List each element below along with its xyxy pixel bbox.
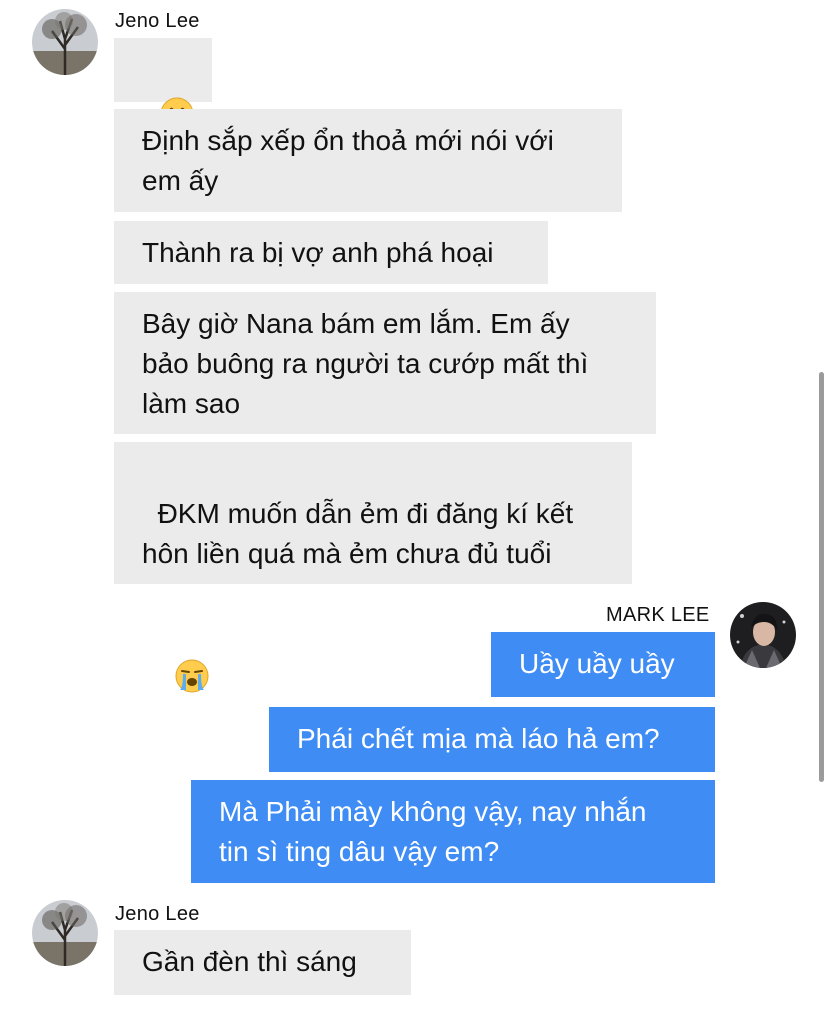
avatar-jeno-lee[interactable] xyxy=(32,900,98,966)
sender-name: Jeno Lee xyxy=(115,903,200,925)
sender-name: MARK LEE xyxy=(606,604,710,626)
message-bubble[interactable]: Định sắp xếp ổn thoả mới nói với em ấy xyxy=(114,109,622,212)
sender-name: Jeno Lee xyxy=(115,10,200,32)
scrollbar[interactable] xyxy=(819,372,824,782)
message-bubble[interactable]: ĐKM muốn dẫn ẻm đi đăng kí kết hôn liền … xyxy=(114,442,632,693)
message-bubble[interactable]: Gần đèn thì sáng xyxy=(114,930,411,995)
message-bubble[interactable]: Phái chết mịa mà láo hả em? xyxy=(269,707,715,772)
avatar-mark-lee[interactable] xyxy=(730,602,796,668)
message-bubble[interactable]: Mà Phải mày không vậy, nay nhắn tin sì t… xyxy=(191,780,715,883)
loudly-crying-emoji-icon xyxy=(175,659,209,693)
tree-avatar-icon xyxy=(32,900,98,966)
avatar-jeno-lee[interactable] xyxy=(32,9,98,75)
tree-avatar-icon xyxy=(32,9,98,75)
message-bubble[interactable]: Uầy uầy uầy xyxy=(491,632,715,697)
portrait-avatar-icon xyxy=(730,602,796,668)
message-bubble[interactable] xyxy=(114,38,212,131)
message-bubble[interactable]: Thành ra bị vợ anh phá hoại xyxy=(114,221,548,284)
message-bubble[interactable]: Bây giờ Nana bám em lắm. Em ấy bảo buông… xyxy=(114,292,656,434)
message-text: ĐKM muốn dẫn ẻm đi đăng kí kết hôn liền … xyxy=(142,498,574,569)
